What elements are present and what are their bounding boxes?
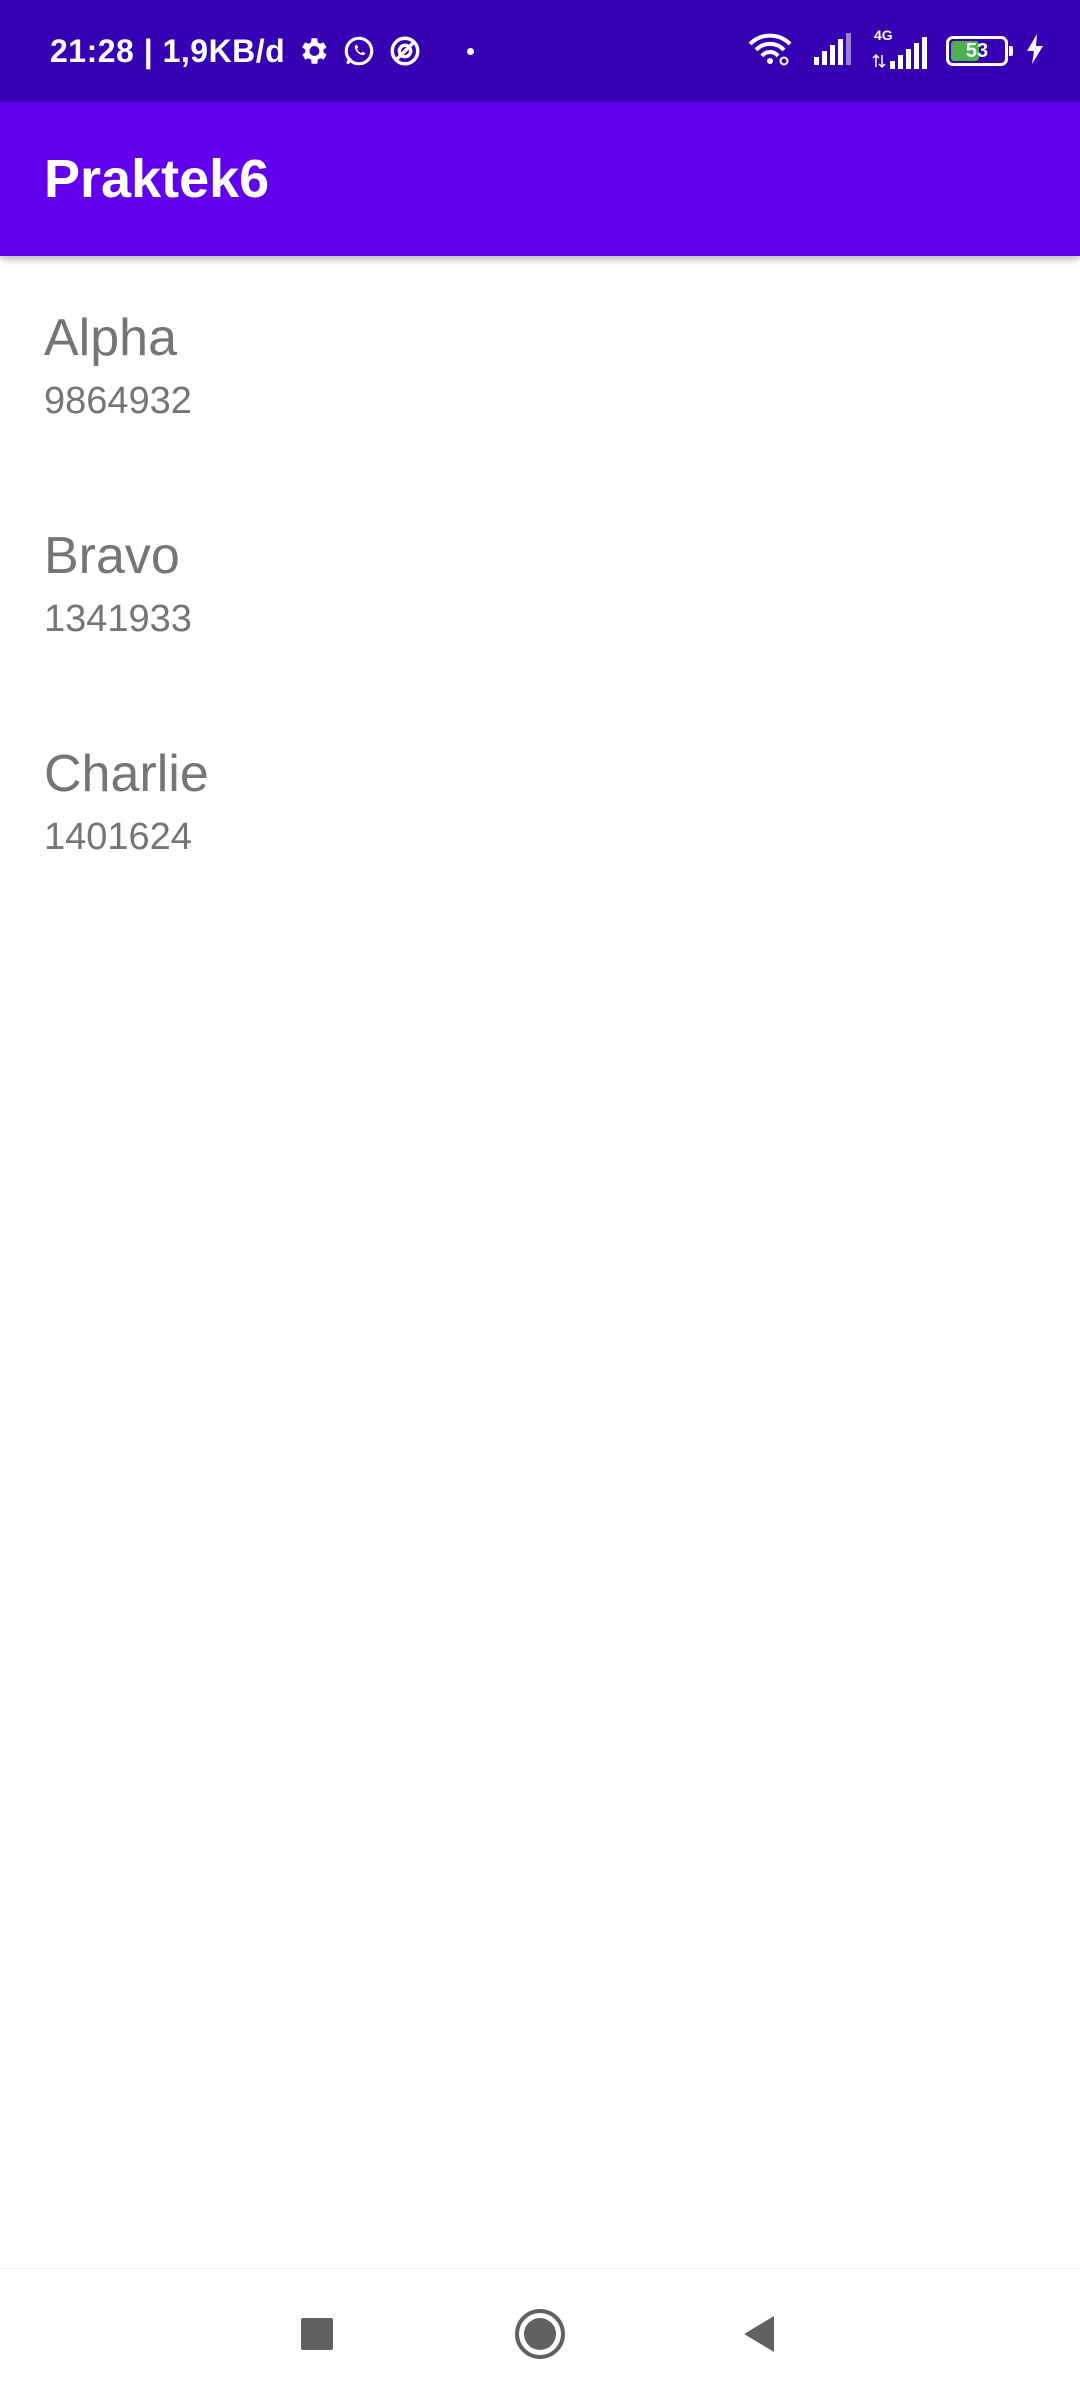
home-circle-icon[interactable] (505, 2299, 575, 2369)
contact-list: Alpha 9864932 Bravo 1341933 Charlie 1401… (0, 256, 1080, 910)
app-bar: Praktek6 (0, 102, 1080, 256)
whatsapp-icon (341, 33, 377, 69)
battery-icon: 53 (946, 36, 1013, 66)
settings-icon (295, 33, 331, 69)
contact-number: 1401624 (44, 816, 192, 858)
contact-name: Charlie (44, 745, 209, 803)
signal-icon (812, 32, 852, 70)
battery-level: 53 (965, 39, 989, 62)
status-time-and-speed: 21:28 | 1,9KB/d (50, 32, 286, 69)
contact-name: Alpha (44, 309, 177, 367)
status-right-group: 4G 53 (746, 0, 1044, 102)
wifi-icon (746, 32, 794, 71)
signal-4g-icon: 4G (870, 27, 928, 69)
list-item[interactable]: Alpha 9864932 (0, 256, 1080, 474)
back-triangle-icon[interactable] (725, 2299, 795, 2369)
contact-number: 1341933 (44, 598, 192, 640)
battery-cap (1009, 46, 1013, 56)
page-title: Praktek6 (44, 149, 270, 209)
list-item[interactable]: Bravo 1341933 (0, 474, 1080, 692)
list-item[interactable]: Charlie 1401624 (0, 692, 1080, 910)
notification-dot-icon (467, 47, 475, 55)
recents-square-icon[interactable] (282, 2299, 352, 2369)
contact-number: 9864932 (44, 380, 192, 422)
status-left-group: 21:28 | 1,9KB/d (50, 0, 475, 102)
contact-name: Bravo (44, 527, 180, 585)
vpn-icon (387, 33, 423, 69)
charging-icon (1026, 33, 1044, 69)
status-bar: 21:28 | 1,9KB/d 4G 53 (0, 0, 1080, 102)
navigation-bar (0, 2268, 1080, 2401)
